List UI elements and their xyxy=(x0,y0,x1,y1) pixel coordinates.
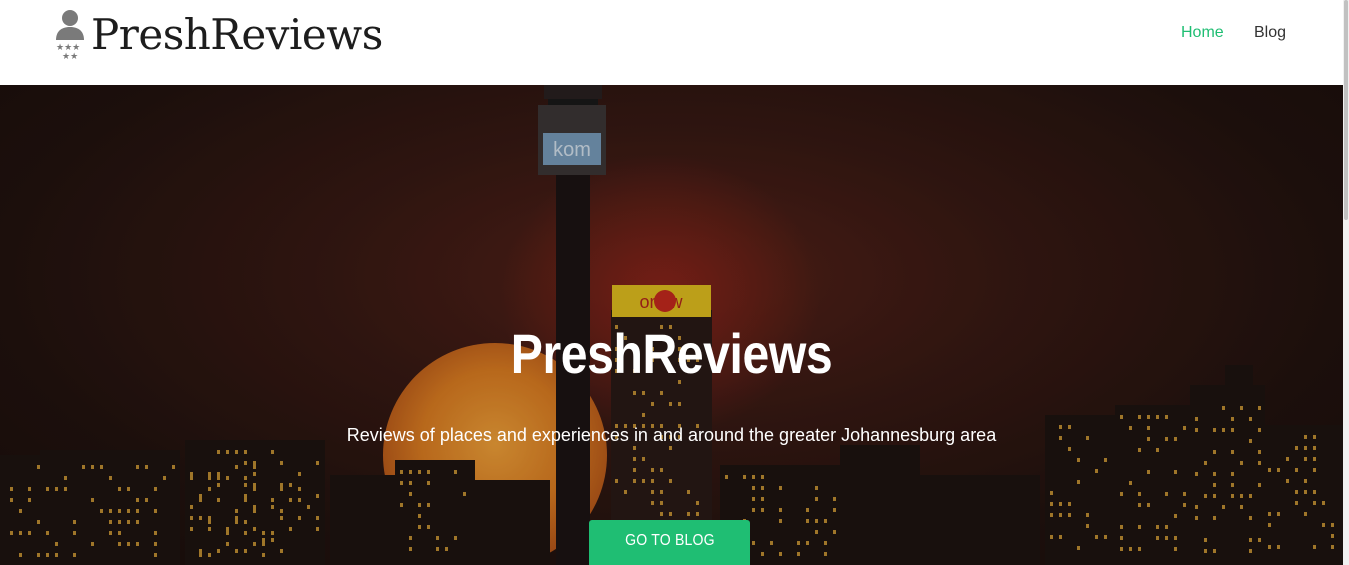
logo-text: PreshReviews xyxy=(91,10,383,59)
scrollbar-thumb[interactable] xyxy=(1344,0,1348,220)
person-with-stars-icon: ★★★ ★★ xyxy=(56,10,84,62)
hero-title: PreshReviews xyxy=(510,322,833,385)
logo-link[interactable]: ★★★ ★★ PreshReviews xyxy=(53,8,383,62)
hero-section: kom om w PreshReviews Reviews of places … xyxy=(0,85,1343,565)
nav-item-home[interactable]: Home xyxy=(1181,24,1224,42)
nav-item-blog[interactable]: Blog xyxy=(1254,24,1286,42)
go-to-blog-button[interactable]: GO TO BLOG xyxy=(589,520,750,565)
go-to-blog-label: GO TO BLOG xyxy=(624,532,715,549)
scrollbar[interactable] xyxy=(1343,0,1349,565)
svg-text:★★: ★★ xyxy=(62,52,78,62)
hero-subtitle: Reviews of places and experiences in and… xyxy=(346,425,997,445)
site-header: ★★★ ★★ PreshReviews Home Blog xyxy=(0,0,1343,85)
